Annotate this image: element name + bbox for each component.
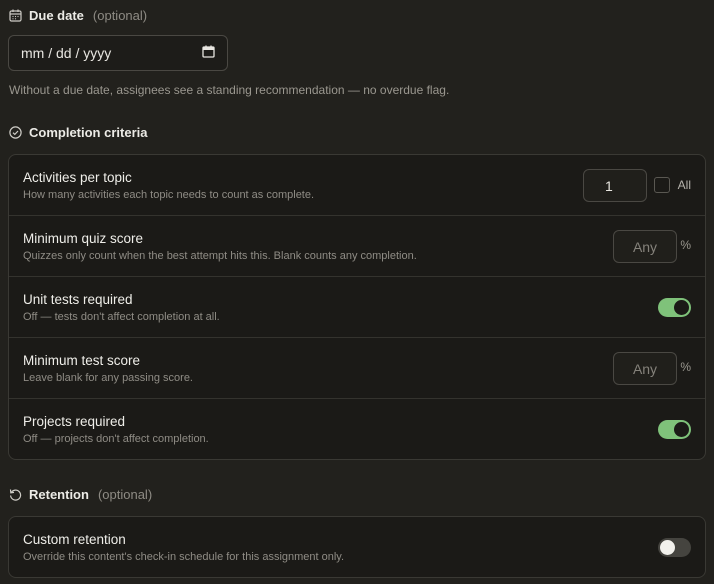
- row-minimum-quiz-score: Minimum quiz score Quizzes only count wh…: [9, 216, 705, 277]
- row-description: Off — projects don't affect completion.: [23, 433, 209, 445]
- test-score-placeholder: Any: [632, 360, 658, 377]
- activities-per-topic-input[interactable]: 1: [583, 169, 647, 202]
- all-activities-checkbox[interactable]: [654, 177, 670, 193]
- all-activities-label: All: [677, 178, 691, 192]
- row-projects-required: Projects required Off — projects don't a…: [9, 399, 705, 459]
- completion-card: Activities per topic How many activities…: [8, 154, 706, 460]
- row-unit-tests-required: Unit tests required Off — tests don't af…: [9, 277, 705, 338]
- due-date-input[interactable]: mm / dd / yyyy: [8, 35, 228, 71]
- toggle-knob: [674, 300, 689, 315]
- custom-retention-toggle[interactable]: [658, 538, 691, 557]
- row-title: Minimum test score: [23, 353, 141, 368]
- row-description: Override this content's check-in schedul…: [23, 551, 345, 563]
- check-circle-icon: [9, 126, 22, 139]
- due-date-optional: (optional): [92, 8, 148, 23]
- row-title: Projects required: [23, 414, 126, 429]
- row-title: Activities per topic: [23, 170, 132, 185]
- row-description: How many activities each topic needs to …: [23, 189, 315, 201]
- due-date-placeholder: mm / dd / yyyy: [21, 45, 112, 61]
- unit-tests-toggle[interactable]: [658, 298, 691, 317]
- row-minimum-test-score: Minimum test score Leave blank for any p…: [9, 338, 705, 399]
- row-title: Unit tests required: [23, 292, 133, 307]
- projects-toggle[interactable]: [658, 420, 691, 439]
- row-description: Quizzes only count when the best attempt…: [23, 250, 417, 262]
- row-title: Custom retention: [23, 532, 126, 547]
- quiz-score-unit: %: [680, 238, 691, 252]
- retention-title: Retention: [29, 487, 89, 502]
- row-description: Off — tests don't affect completion at a…: [23, 311, 220, 323]
- test-score-unit: %: [680, 360, 691, 374]
- minimum-quiz-score-input[interactable]: Any: [613, 230, 677, 263]
- due-date-heading: Due date (optional): [9, 8, 147, 23]
- activities-value: 1: [605, 177, 613, 194]
- row-custom-retention: Custom retention Override this content's…: [9, 517, 705, 577]
- row-title: Minimum quiz score: [23, 231, 144, 246]
- calendar-picker-icon[interactable]: [202, 45, 215, 61]
- retention-optional: (optional): [97, 487, 153, 502]
- due-date-title: Due date: [29, 8, 84, 23]
- toggle-knob: [660, 540, 675, 555]
- quiz-score-placeholder: Any: [632, 238, 658, 255]
- retention-heading: Retention (optional): [9, 487, 152, 502]
- retention-rotate-icon: [9, 488, 22, 501]
- completion-heading: Completion criteria: [9, 125, 147, 140]
- retention-card: Custom retention Override this content's…: [8, 516, 706, 578]
- row-description: Leave blank for any passing score.: [23, 372, 193, 384]
- completion-title: Completion criteria: [29, 125, 148, 140]
- due-date-hint: Without a due date, assignees see a stan…: [9, 83, 450, 97]
- toggle-knob: [674, 422, 689, 437]
- row-activities-per-topic: Activities per topic How many activities…: [9, 155, 705, 216]
- calendar-icon: [9, 9, 22, 22]
- minimum-test-score-input[interactable]: Any: [613, 352, 677, 385]
